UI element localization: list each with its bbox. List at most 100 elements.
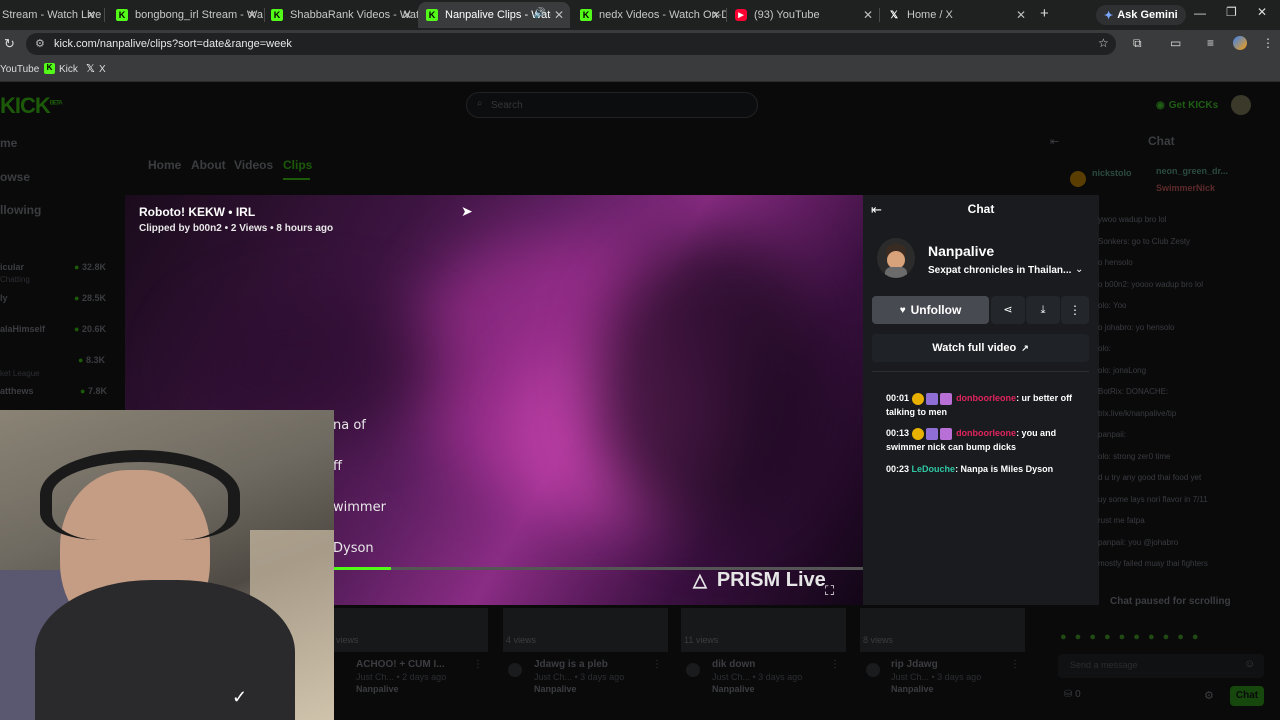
chevron-down-icon[interactable]: ⌄	[1075, 264, 1083, 275]
tab-search-icon[interactable]: ▭	[1170, 36, 1181, 50]
right-chat-title: Chat	[1148, 134, 1175, 148]
close-tab-icon[interactable]: ✕	[863, 8, 873, 22]
recommended-clip[interactable]: rip Jdawg Just Ch... • 3 days ago Nanpal…	[891, 659, 1021, 694]
sidebar-nav-following[interactable]: llowing	[0, 203, 41, 217]
emote-icon[interactable]: ●	[1163, 631, 1170, 645]
emote-icon[interactable]: ●	[1148, 631, 1155, 645]
reload-icon[interactable]: ↻	[4, 36, 15, 52]
more-options-icon[interactable]: ⋮	[652, 659, 662, 670]
emoji-icon[interactable]: ☺	[1244, 658, 1255, 670]
chat-message-input[interactable]: Send a message ☺	[1058, 654, 1264, 678]
clip-thumbnail[interactable]: 4 views	[503, 608, 668, 652]
emote-icon[interactable]: ●	[1119, 631, 1126, 645]
tab-about[interactable]: About	[191, 158, 226, 172]
pinned-user: SwimmerNick	[1156, 183, 1216, 193]
collapse-chat-icon[interactable]: ⇤	[1050, 135, 1059, 148]
bookmarks-bar: YouTube K Kick 𝕏 X	[0, 58, 1280, 82]
emote-icon[interactable]: ●	[1192, 631, 1199, 645]
nike-logo-icon: ✓	[232, 687, 248, 707]
gift-badge-icon	[939, 392, 952, 405]
emote-icon[interactable]: ●	[1133, 631, 1140, 645]
tab-videos[interactable]: Videos	[234, 158, 273, 172]
badge-icon	[911, 427, 924, 440]
search-input[interactable]: ⌕ Search	[466, 92, 758, 118]
streamer-avatar[interactable]	[877, 238, 915, 278]
streamer-name[interactable]: Nanpalive	[928, 243, 994, 259]
kick-logo[interactable]: KICKBETA	[0, 93, 63, 119]
emote-bar[interactable]: ● ● ● ● ● ● ● ● ● ●	[1060, 631, 1270, 645]
tab-home[interactable]: Home	[148, 158, 181, 172]
send-chat-button[interactable]: Chat	[1230, 686, 1264, 706]
kicks-count: ⛁ 0	[1064, 689, 1081, 700]
more-options-icon[interactable]: ⋮	[830, 659, 840, 670]
sidebar-nav-browse[interactable]: owse	[0, 170, 30, 184]
close-tab-icon[interactable]: ✕	[554, 8, 564, 22]
emote-icon[interactable]: ●	[1089, 631, 1096, 645]
active-tab-underline	[283, 178, 310, 180]
emote-icon[interactable]: ●	[1104, 631, 1111, 645]
browser-tab[interactable]: 𝕏 Home / X ✕	[880, 2, 1032, 28]
clip-thumbnail[interactable]: 11 views	[681, 608, 846, 652]
unfollow-button[interactable]: ♥ Unfollow	[872, 296, 989, 324]
more-options-icon[interactable]: ⋮	[473, 659, 483, 670]
recommended-clip[interactable]: ACHOO! + CUM I... Just Ch... • 2 days ag…	[356, 659, 486, 694]
bookmark-x[interactable]: X	[99, 64, 106, 75]
close-tab-icon[interactable]: ✕	[711, 8, 721, 22]
browser-tab[interactable]: K ShabbaRank Videos - Watch ✕	[263, 2, 418, 28]
address-bar-row: ↻ ⚙ kick.com/nanpalive/clips?sort=date&r…	[0, 30, 1280, 58]
watch-full-video-button[interactable]: Watch full video ↗	[872, 334, 1089, 362]
sidebar-nav-home[interactable]: me	[0, 136, 17, 150]
browser-menu-icon[interactable]: ⋮	[1262, 36, 1274, 50]
recommended-clip[interactable]: Jdawg is a pleb Just Ch... • 3 days ago …	[534, 659, 664, 694]
chat-line: olo: strong zer0 time	[1098, 451, 1171, 461]
browser-tab[interactable]: K bongbong_irl Stream - Watc ✕	[108, 2, 263, 28]
bookmark-kick[interactable]: Kick	[59, 64, 78, 75]
download-icon[interactable]: ⤓	[1026, 296, 1060, 324]
chat-line: panpaii: you @johabro	[1098, 537, 1179, 547]
browser-tab-active[interactable]: K Nanpalive Clips - Watch 🔊 ✕	[418, 2, 570, 28]
clip-thumbnail[interactable]: views	[334, 608, 488, 652]
fullscreen-icon[interactable]: ⛶	[825, 583, 834, 599]
close-tab-icon[interactable]: ✕	[247, 8, 257, 22]
more-options-icon[interactable]: ⋮	[1061, 296, 1089, 324]
extensions-icon[interactable]: ⧉	[1133, 36, 1142, 51]
get-kicks-button[interactable]: ◉ Get KICKs	[1150, 94, 1224, 116]
chat-paused-banner[interactable]: Chat paused for scrolling	[1110, 596, 1231, 607]
url-field[interactable]: ⚙ kick.com/nanpalive/clips?sort=date&ran…	[26, 33, 1116, 55]
close-tab-icon[interactable]: ✕	[86, 8, 96, 22]
close-tab-icon[interactable]: ✕	[402, 8, 412, 22]
minimize-icon[interactable]: —	[1194, 6, 1206, 20]
kick-favicon-icon: K	[580, 9, 592, 21]
pinned-user: neon_green_dr...	[1156, 166, 1229, 176]
browser-tab[interactable]: ▶ (93) YouTube ✕	[727, 2, 879, 28]
bookmark-youtube[interactable]: YouTube	[0, 64, 39, 75]
emote-icon[interactable]: ●	[1060, 631, 1067, 645]
gemini-icon: ✦	[1104, 9, 1114, 22]
site-info-icon[interactable]: ⚙	[35, 37, 45, 50]
tab-clips[interactable]: Clips	[283, 158, 312, 172]
emote-icon[interactable]: ●	[1177, 631, 1184, 645]
restore-icon[interactable]: ❐	[1226, 5, 1237, 19]
clip-thumbnail[interactable]: 8 views	[860, 608, 1025, 652]
chat-settings-icon[interactable]: ⚙	[1204, 689, 1214, 702]
speaker-icon[interactable]: 🔊	[534, 8, 546, 19]
recommended-clip[interactable]: dik down Just Ch... • 3 days ago Nanpali…	[712, 659, 842, 694]
clip-title: Roboto! KEKW • IRL	[139, 205, 256, 219]
browser-tab[interactable]: Stream - Watch Live o ✕	[0, 2, 102, 28]
more-options-icon[interactable]: ⋮	[1010, 659, 1020, 670]
youtube-favicon-icon: ▶	[735, 9, 747, 21]
emote-icon[interactable]: ●	[1075, 631, 1082, 645]
browser-tab[interactable]: K nedx Videos - Watch On-De ✕	[572, 2, 727, 28]
close-window-icon[interactable]: ✕	[1257, 5, 1267, 19]
close-tab-icon[interactable]: ✕	[1016, 8, 1026, 22]
profile-avatar[interactable]	[1233, 36, 1247, 50]
new-tab-button[interactable]: +	[1040, 5, 1049, 22]
ask-gemini-button[interactable]: ✦ Ask Gemini	[1096, 5, 1186, 25]
bookmark-star-icon[interactable]: ☆	[1098, 36, 1109, 50]
badge-icon	[925, 427, 938, 440]
user-avatar[interactable]	[1231, 95, 1251, 115]
reading-list-icon[interactable]: ≡	[1207, 36, 1214, 50]
share-icon[interactable]: ⋖	[991, 296, 1025, 324]
panel-title: Chat	[967, 202, 995, 216]
external-link-icon: ↗	[1021, 342, 1029, 353]
